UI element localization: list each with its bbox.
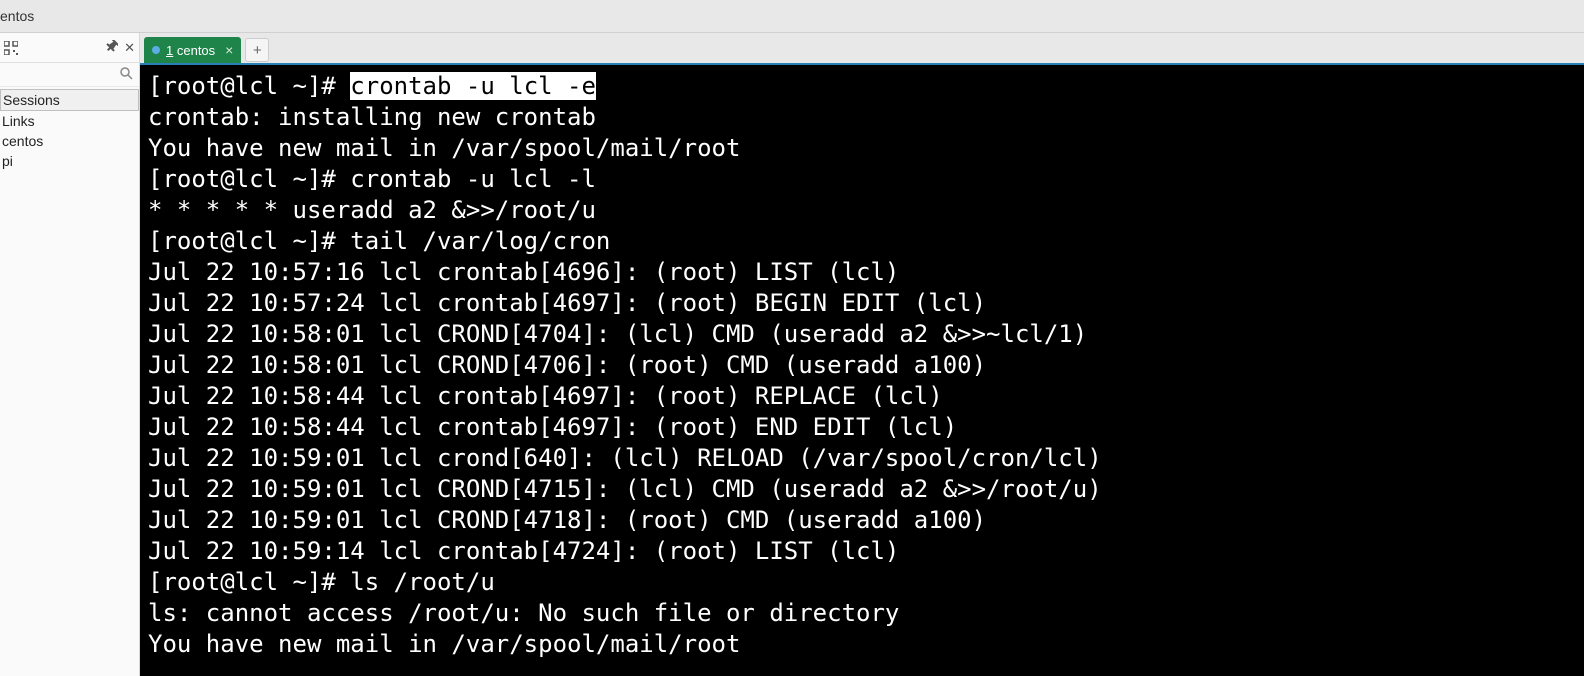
terminal-line: crontab: installing new crontab: [148, 102, 1576, 133]
sidebar-item-sessions[interactable]: Sessions: [0, 89, 139, 111]
sidebar-item-pi[interactable]: pi: [0, 151, 139, 171]
sidebar-search-row: [0, 63, 139, 87]
terminal-line: * * * * * useradd a2 &>>/root/u: [148, 195, 1576, 226]
sidebar-list: Sessions Links centos pi: [0, 87, 139, 676]
sidebar: ✕ Sessions Links centos pi: [0, 33, 140, 676]
terminal-line: Jul 22 10:59:01 lcl crond[640]: (lcl) RE…: [148, 443, 1576, 474]
terminal-line: Jul 22 10:59:01 lcl CROND[4718]: (root) …: [148, 505, 1576, 536]
terminal-line: Jul 22 10:58:44 lcl crontab[4697]: (root…: [148, 381, 1576, 412]
tab-label: 1 centos: [166, 43, 215, 58]
terminal-line: [root@lcl ~]# crontab -u lcl -e: [148, 71, 1576, 102]
main-area: ✕ Sessions Links centos pi: [0, 33, 1584, 676]
terminal-line: Jul 22 10:59:14 lcl crontab[4724]: (root…: [148, 536, 1576, 567]
window-title: entos: [0, 8, 34, 24]
sidebar-item-label: Sessions: [3, 92, 60, 108]
tab-status-dot-icon: [152, 46, 160, 54]
terminal-line: [root@lcl ~]# crontab -u lcl -l: [148, 164, 1576, 195]
sidebar-item-centos[interactable]: centos: [0, 131, 139, 151]
terminal-line: You have new mail in /var/spool/mail/roo…: [148, 629, 1576, 660]
terminal-line: ls: cannot access /root/u: No such file …: [148, 598, 1576, 629]
content-area: 1 centos × + [root@lcl ~]# crontab -u lc…: [140, 33, 1584, 676]
search-icon[interactable]: [119, 66, 133, 83]
sidebar-item-label: Links: [2, 113, 35, 129]
sidebar-item-label: pi: [2, 153, 13, 169]
terminal-line: Jul 22 10:57:16 lcl crontab[4696]: (root…: [148, 257, 1576, 288]
tab-add-button[interactable]: +: [245, 38, 269, 62]
qr-icon[interactable]: [4, 41, 18, 55]
terminal-line: Jul 22 10:59:01 lcl CROND[4715]: (lcl) C…: [148, 474, 1576, 505]
terminal-line: [root@lcl ~]# tail /var/log/cron: [148, 226, 1576, 257]
title-bar: entos: [0, 0, 1584, 33]
terminal-line: Jul 22 10:58:44 lcl crontab[4697]: (root…: [148, 412, 1576, 443]
terminal-line: You have new mail in /var/spool/mail/roo…: [148, 133, 1576, 164]
terminal-line: Jul 22 10:58:01 lcl CROND[4704]: (lcl) C…: [148, 319, 1576, 350]
sidebar-item-links[interactable]: Links: [0, 111, 139, 131]
tab-bar: 1 centos × +: [140, 33, 1584, 63]
sidebar-item-label: centos: [2, 133, 43, 149]
terminal-line: Jul 22 10:57:24 lcl crontab[4697]: (root…: [148, 288, 1576, 319]
tab-close-icon[interactable]: ×: [225, 42, 233, 58]
sidebar-header: ✕: [0, 33, 139, 63]
selected-text: crontab -u lcl -e: [350, 72, 596, 100]
sidebar-close-icon[interactable]: ✕: [124, 40, 135, 56]
terminal-line: [root@lcl ~]# ls /root/u: [148, 567, 1576, 598]
tab-centos[interactable]: 1 centos ×: [144, 37, 241, 63]
pin-icon[interactable]: [106, 40, 118, 55]
terminal[interactable]: [root@lcl ~]# crontab -u lcl -ecrontab: …: [140, 63, 1584, 676]
terminal-line: Jul 22 10:58:01 lcl CROND[4706]: (root) …: [148, 350, 1576, 381]
